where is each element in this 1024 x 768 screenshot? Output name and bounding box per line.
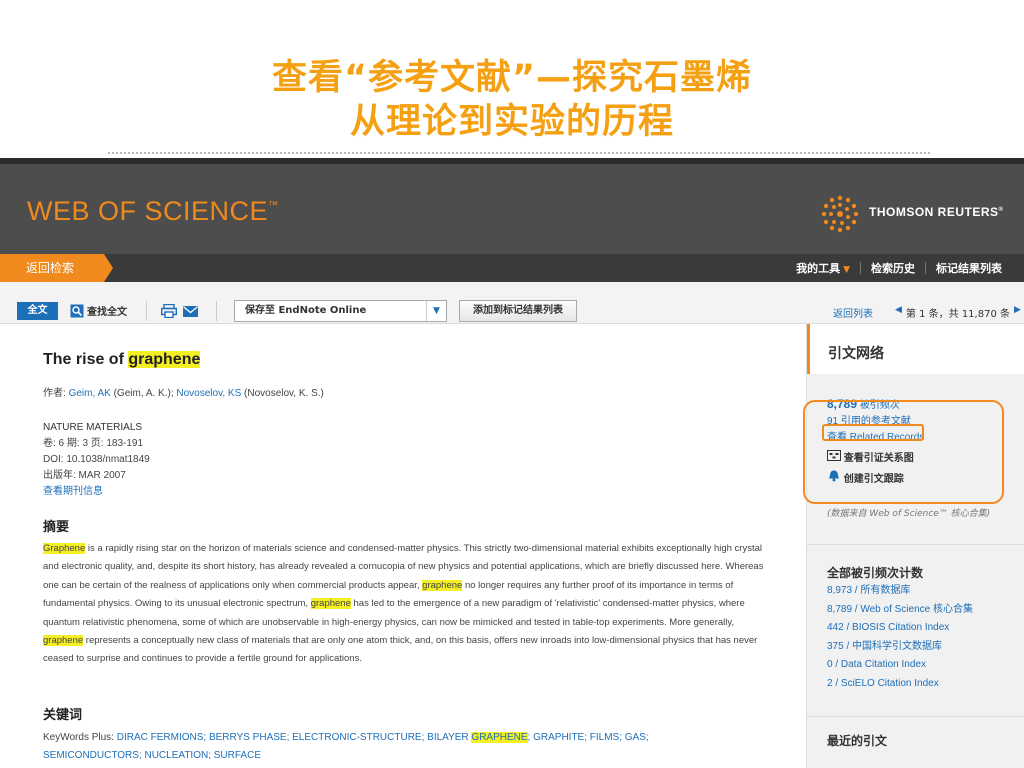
count-scielo[interactable]: 2 / SciELO Citation Index (827, 675, 973, 694)
find-full-text-button[interactable]: 查找全文 (70, 303, 127, 318)
slide-title-line2: 从理论到实验的历程 (349, 102, 674, 142)
find-full-text-icon (70, 304, 84, 317)
title-text: The rise of (43, 351, 129, 368)
add-to-marked-list-button[interactable]: 添加到标记结果列表 (459, 300, 577, 322)
abstract-highlight: Graphene (43, 543, 86, 554)
chevron-down-icon: ▼ (843, 265, 850, 275)
wos-logo-tm: ™ (268, 200, 279, 211)
slide-title-line1: 查看“参考文献”—探究石墨烯 (271, 58, 752, 98)
annotation-highlight-box (803, 400, 1004, 504)
citation-network-title: 引文网络 (828, 346, 884, 362)
search-history-link[interactable]: 检索历史 (871, 260, 915, 276)
keywords-plus: KeyWords Plus: DIRAC FERMIONS; BERRYS PH… (43, 729, 743, 765)
data-source-note: (数据来自 Web of Science™ 核心合集) (827, 509, 991, 519)
my-tools-label: 我的工具 (796, 262, 841, 275)
count-data-citation[interactable]: 0 / Data Citation Index (827, 656, 973, 675)
abstract-highlight: graphene (43, 635, 84, 647)
citation-network-panel: 引文网络 8,789 被引频次 91 引用的参考文献 查看 Related Re… (806, 324, 1024, 768)
wos-header: WEB OF SCIENCE™ THOMSON REUTERS® (0, 164, 1024, 254)
keywords-label: KeyWords Plus: (43, 732, 114, 743)
abstract-highlight: graphene (310, 598, 351, 610)
full-text-button[interactable]: 全文 (17, 302, 58, 320)
abstract-text: Graphene is a rapidly rising star on the… (43, 540, 768, 669)
panel-divider (807, 544, 1024, 545)
journal-info-link[interactable]: 查看期刊信息 (43, 484, 150, 500)
authors-line: 作者: Geim, AK (Geim, A. K.); Novoselov, K… (43, 384, 324, 399)
authors-label: 作者: (43, 388, 66, 399)
pager-text: 第 1 条，共 11,870 条 (905, 309, 1010, 320)
annotation-highlight-box (822, 424, 924, 441)
record-title: The rise of graphene (43, 351, 201, 369)
print-icon[interactable] (161, 304, 177, 318)
author-link-geim[interactable]: Geim, AK (69, 388, 111, 399)
citation-network-header: 引文网络 (807, 324, 1024, 374)
record-toolbar: 全文 查找全文 保存至 EndNote Online ▼ 添加到标记结果列表 返… (0, 282, 1024, 324)
wos-logo[interactable]: WEB OF SCIENCE™ (27, 196, 279, 227)
previous-record-icon[interactable]: ◀ (895, 305, 902, 320)
volume-issue-pages: 卷: 6 期: 3 页: 183-191 (43, 438, 144, 449)
my-tools-menu[interactable]: 我的工具 ▼ (796, 260, 850, 276)
panel-divider (807, 716, 1024, 717)
journal-name: NATURE MATERIALS (43, 422, 143, 433)
title-divider (108, 152, 930, 154)
back-to-list-link[interactable]: 返回列表 (833, 305, 873, 320)
author-fullname: (Novoselov, K. S.) (244, 388, 324, 399)
nav-separator (860, 262, 861, 274)
full-record: The rise of graphene 作者: Geim, AK (Geim,… (0, 324, 806, 768)
keyword-highlight[interactable]: GRAPHENE (471, 732, 528, 743)
thomson-reuters-logo-icon (821, 195, 859, 233)
abstract-segment: represents a conceptually new class of m… (43, 635, 758, 665)
abstract-highlight: graphene (422, 579, 463, 591)
publication-year: 出版年: MAR 2007 (43, 470, 126, 481)
count-cscd[interactable]: 375 / 中国科学引文数据库 (827, 638, 973, 657)
abstract-heading: 摘要 (43, 520, 70, 535)
next-record-icon[interactable]: ▶ (1014, 305, 1021, 320)
slide-title: 查看“参考文献”—探究石墨烯 从理论到实验的历程 (0, 56, 1024, 144)
title-highlight: graphene (128, 351, 201, 368)
nav-separator (925, 262, 926, 274)
times-cited-counts: 8,973 / 所有数据库 8,789 / Web of Science 核心合… (827, 582, 973, 693)
publisher-name: THOMSON REUTERS (869, 205, 999, 219)
author-link-novoselov[interactable]: Novoselov, KS (176, 388, 241, 399)
source-info: NATURE MATERIALS 卷: 6 期: 3 页: 183-191 DO… (43, 420, 150, 500)
nav-bar: 返回检索 我的工具 ▼ 检索历史 标记结果列表 (0, 254, 1024, 282)
author-fullname: (Geim, A. K.); (113, 388, 174, 399)
count-wos-core[interactable]: 8,789 / Web of Science 核心合集 (827, 601, 973, 620)
keywords-heading: 关键词 (43, 708, 83, 723)
chevron-down-icon: ▼ (426, 301, 446, 321)
doi: DOI: 10.1038/nmat1849 (43, 454, 150, 465)
recent-citations-heading: 最近的引文 (827, 734, 888, 748)
toolbar-divider (146, 301, 147, 321)
nav-right: 我的工具 ▼ 检索历史 标记结果列表 (796, 254, 1002, 282)
keyword-links[interactable]: DIRAC FERMIONS; BERRYS PHASE; ELECTRONIC… (117, 732, 472, 743)
count-all-databases[interactable]: 8,973 / 所有数据库 (827, 582, 973, 601)
all-times-cited-heading: 全部被引频次计数 (827, 566, 924, 580)
thomson-reuters-text: THOMSON REUTERS® (869, 205, 1003, 219)
publisher-tm: ® (998, 207, 1004, 213)
toolbar-divider (216, 301, 217, 321)
wos-logo-text: WEB OF SCIENCE (27, 196, 269, 226)
save-to-value: 保存至 EndNote Online (245, 305, 367, 316)
record-pager: ◀ 第 1 条，共 11,870 条 ▶ (895, 305, 1021, 320)
save-to-select[interactable]: 保存至 EndNote Online ▼ (234, 300, 447, 322)
slide: 查看“参考文献”—探究石墨烯 从理论到实验的历程 WEB OF SCIENCE™… (0, 0, 1024, 768)
marked-list-link[interactable]: 标记结果列表 (936, 260, 1002, 276)
find-full-text-label: 查找全文 (87, 307, 127, 318)
back-to-search-tab[interactable]: 返回检索 (0, 254, 113, 282)
count-biosis[interactable]: 442 / BIOSIS Citation Index (827, 619, 973, 638)
email-icon[interactable] (183, 306, 198, 317)
